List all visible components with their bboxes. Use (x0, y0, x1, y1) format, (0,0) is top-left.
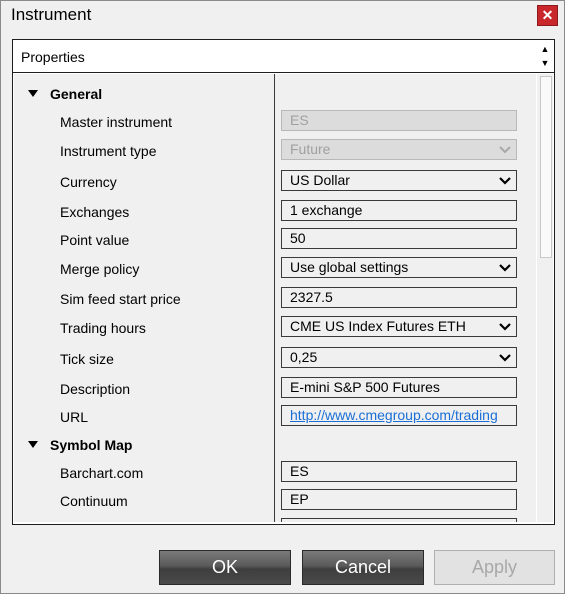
trading-hours-value: CME US Index Futures ETH (290, 318, 466, 334)
sim-feed-start-price-field[interactable]: 2327.5 (281, 287, 517, 308)
trading-hours-select[interactable]: CME US Index Futures ETH (281, 316, 517, 337)
exchanges-field[interactable]: 1 exchange (281, 200, 517, 221)
label-continuum: Continuum (60, 493, 128, 509)
expand-triangle-icon[interactable] (28, 89, 38, 97)
instrument-type-select: Future (281, 139, 517, 160)
category-general-label: General (50, 86, 103, 102)
merge-policy-select[interactable]: Use global settings (281, 257, 517, 278)
master-instrument-field: ES (281, 110, 517, 131)
label-trading-hours: Trading hours (60, 320, 146, 336)
label-tick-size: Tick size (60, 351, 114, 367)
label-barchart: Barchart.com (60, 465, 144, 481)
chevron-down-icon (499, 354, 511, 362)
point-value-field[interactable]: 50 (281, 228, 517, 249)
next-row-field[interactable] (281, 518, 517, 522)
url-link[interactable]: http://www.cmegroup.com/trading (281, 405, 517, 426)
instrument-window: Instrument ✕ Properties ▲ ▼ General Mast… (0, 0, 565, 594)
tick-size-value: 0,25 (290, 349, 318, 365)
chevron-down-icon (499, 323, 511, 331)
label-point-value: Point value (60, 232, 130, 248)
tick-size-select[interactable]: 0,25 (281, 347, 517, 368)
close-icon: ✕ (541, 7, 554, 23)
column-divider[interactable] (274, 74, 275, 522)
barchart-field[interactable]: ES (281, 461, 517, 482)
title-bar[interactable]: Instrument ✕ (1, 1, 564, 29)
scroll-up-icon[interactable]: ▲ (538, 42, 552, 56)
label-merge-policy: Merge policy (60, 261, 140, 277)
properties-header: Properties ▲ ▼ (13, 40, 554, 73)
label-exchanges: Exchanges (60, 204, 130, 220)
property-grid: General Master instrument ES Instrument … (14, 74, 536, 522)
label-sim-feed-start-price: Sim feed start price (60, 291, 181, 307)
category-symbol-map-label: Symbol Map (50, 437, 133, 453)
window-title: Instrument (11, 5, 92, 24)
label-master-instrument: Master instrument (60, 114, 173, 130)
chevron-down-icon (499, 177, 511, 185)
properties-panel: Properties ▲ ▼ General Master instrument… (12, 39, 555, 525)
description-field[interactable]: E-mini S&P 500 Futures (281, 377, 517, 398)
category-symbol-map[interactable]: Symbol Map (28, 437, 132, 453)
currency-select[interactable]: US Dollar (281, 170, 517, 191)
currency-value: US Dollar (290, 172, 350, 188)
vertical-scrollbar[interactable] (537, 74, 553, 522)
instrument-type-value: Future (290, 141, 331, 157)
label-description: Description (60, 381, 131, 397)
scrollbar-thumb[interactable] (540, 76, 552, 258)
scroll-down-icon[interactable]: ▼ (538, 56, 552, 70)
header-scroll-buttons: ▲ ▼ (538, 42, 552, 70)
category-general[interactable]: General (28, 86, 102, 102)
merge-policy-value: Use global settings (290, 259, 409, 275)
chevron-down-icon (499, 146, 511, 154)
expand-triangle-icon[interactable] (28, 440, 38, 448)
apply-button: Apply (434, 550, 555, 585)
properties-header-label: Properties (21, 49, 85, 65)
continuum-field[interactable]: EP (281, 489, 517, 510)
cancel-button[interactable]: Cancel (302, 550, 424, 585)
close-button[interactable]: ✕ (537, 5, 558, 26)
chevron-down-icon (499, 264, 511, 272)
label-url: URL (60, 409, 89, 425)
ok-button[interactable]: OK (159, 550, 291, 585)
label-instrument-type: Instrument type (60, 143, 157, 159)
label-currency: Currency (60, 174, 117, 190)
